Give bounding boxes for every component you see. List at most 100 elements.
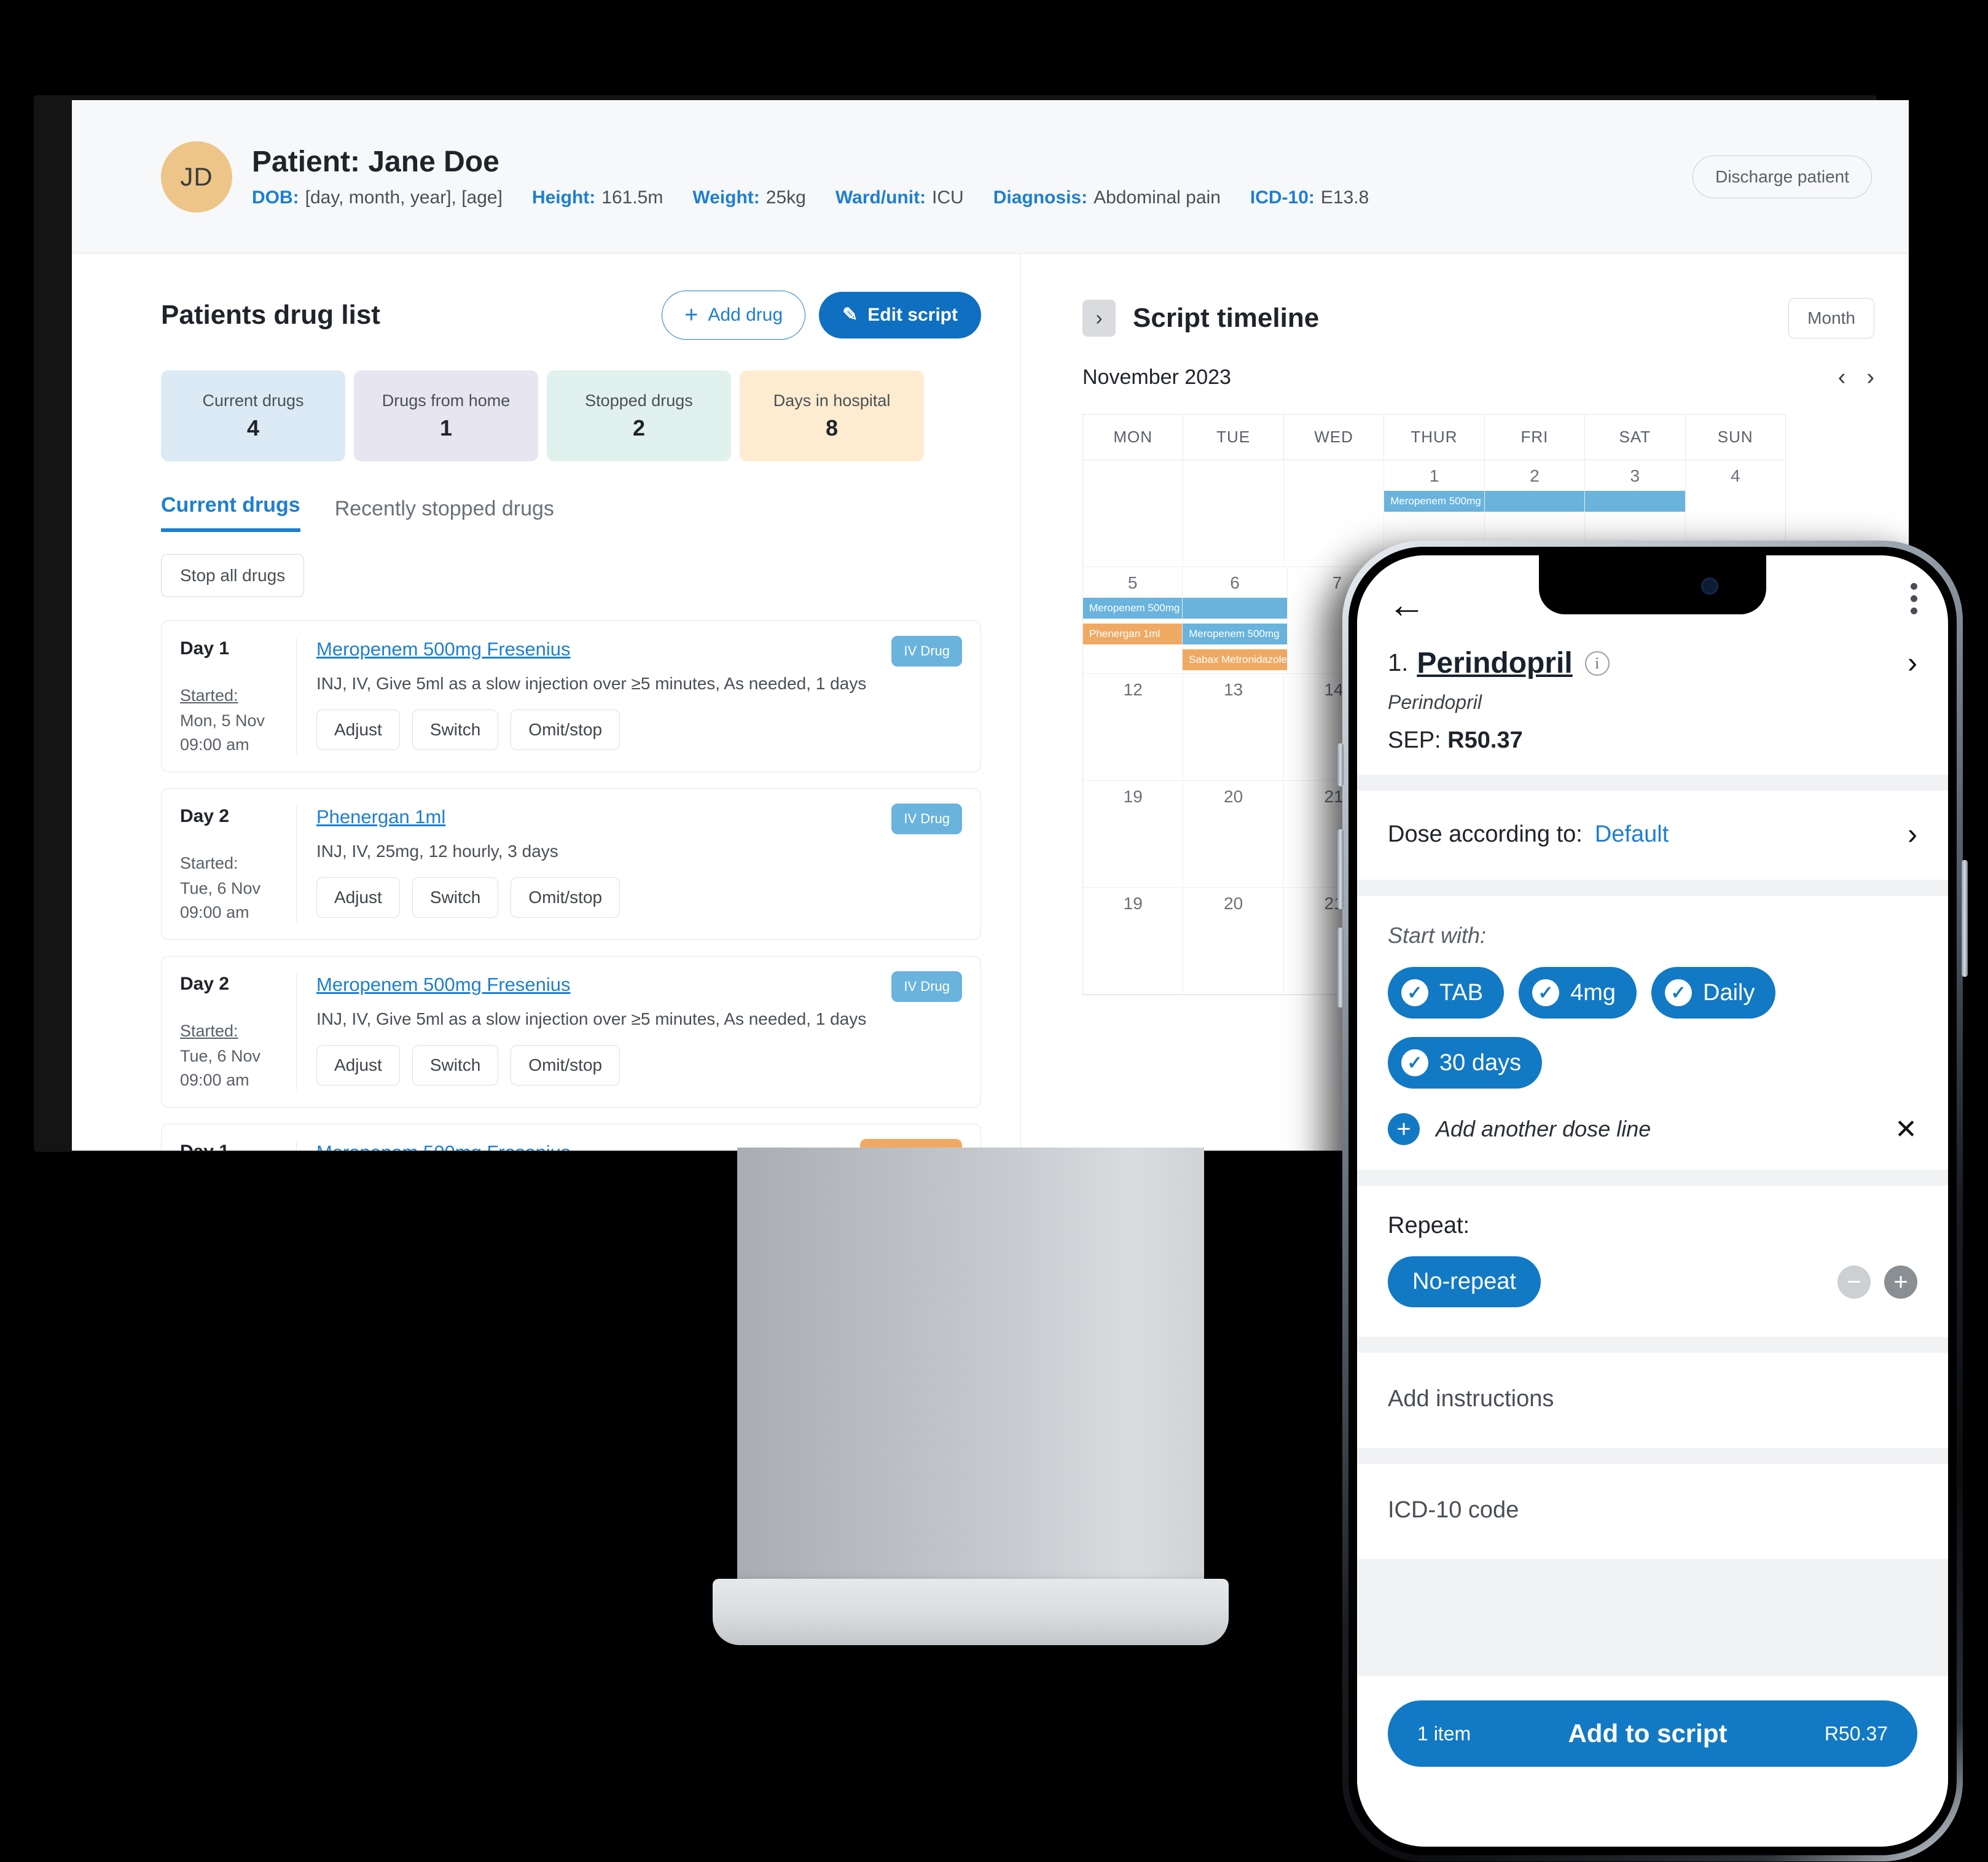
tab-recently-stopped-drugs[interactable]: Recently stopped drugs <box>335 497 554 532</box>
drug-card-meta: Day 1 Started: Mon, 5 Nov 09:00 am <box>180 1141 297 1151</box>
repeat-row: No-repeat − + <box>1388 1256 1917 1307</box>
drug-name-link[interactable]: Meropenem 500mg Fresenius <box>316 638 962 660</box>
stat-card-days-in-hospital[interactable]: Days in hospital 8 <box>740 370 924 461</box>
calendar-event[interactable]: Meropenem 500mg <box>1083 598 1183 619</box>
drug-card[interactable]: Antimicrobial Day 1 Started: Mon, 5 Nov … <box>161 1124 981 1151</box>
view-mode-button[interactable]: Month <box>1788 298 1874 338</box>
drug-index: 1. <box>1388 649 1409 676</box>
cta-price: R50.37 <box>1824 1722 1888 1745</box>
phone-volume-down-button[interactable] <box>1337 928 1344 1007</box>
calendar-event[interactable]: Sabax Metronidazole <box>1183 649 1287 670</box>
stat-card-drugs-from-home[interactable]: Drugs from home 1 <box>354 370 538 461</box>
plus-circle-icon[interactable]: + <box>1388 1113 1420 1145</box>
calendar-event[interactable]: Phenergan 1ml <box>1083 624 1183 644</box>
plus-circle-icon[interactable]: + <box>1884 1265 1917 1299</box>
calendar-day-cell[interactable]: 12 <box>1083 674 1184 781</box>
phone-front-camera <box>1701 577 1718 595</box>
day-number: 4 <box>1730 466 1740 485</box>
weekday-sun: SUN <box>1685 415 1785 460</box>
calendar-day-cell[interactable]: 5 Meropenem 500mg Phenergan 1ml <box>1083 567 1183 674</box>
drug-name-link[interactable]: Perindopril <box>1417 646 1572 680</box>
dose-chip-strength[interactable]: ✓ 4mg <box>1519 967 1637 1019</box>
day-number: 1 <box>1429 466 1439 485</box>
calendar-day-cell[interactable]: 20 <box>1183 781 1284 888</box>
discharge-patient-button[interactable]: Discharge patient <box>1693 155 1872 198</box>
drug-card[interactable]: IV Drug Day 2 Started: Tue, 6 Nov 09:00 … <box>161 788 981 940</box>
dose-according-value[interactable]: Default <box>1595 821 1669 848</box>
dose-chip-frequency[interactable]: ✓ Daily <box>1651 967 1776 1019</box>
switch-button[interactable]: Switch <box>412 710 499 750</box>
omit-stop-button[interactable]: Omit/stop <box>511 710 620 750</box>
drug-day: Day 1 <box>180 638 230 659</box>
phone-device: ← 1. Perindopril i › Perindopril SEP: R5… <box>1337 541 1968 1861</box>
arrow-left-icon[interactable]: ← <box>1388 586 1437 624</box>
calendar-event[interactable] <box>1484 491 1585 512</box>
omit-stop-button[interactable]: Omit/stop <box>511 1045 620 1086</box>
phone-mute-switch[interactable] <box>1337 743 1344 786</box>
check-icon: ✓ <box>1401 979 1428 1006</box>
dose-according-section[interactable]: Dose according to: Default › <box>1357 791 1948 880</box>
calendar-day-cell[interactable]: 6 Meropenem 500mg Sabax Metronidazole <box>1183 567 1288 674</box>
calendar-day-cell[interactable] <box>1283 460 1385 567</box>
switch-button[interactable]: Switch <box>412 877 499 918</box>
minus-circle-icon[interactable]: − <box>1837 1265 1871 1299</box>
close-icon[interactable]: ✕ <box>1895 1114 1917 1145</box>
started-label: Started: <box>180 1022 238 1040</box>
section-divider <box>1357 880 1948 896</box>
start-with-section: Start with: ✓ TAB ✓ 4mg ✓ Daily ✓ 30 day… <box>1357 896 1948 1170</box>
calendar-day-cell[interactable]: 20 <box>1183 888 1284 995</box>
adjust-button[interactable]: Adjust <box>316 877 400 918</box>
drug-name-link[interactable]: Phenergan 1ml <box>316 806 962 828</box>
stat-value: 1 <box>439 415 453 440</box>
drug-card-body: Meropenem 500mg Fresenius INJ, IV, Give … <box>297 638 962 754</box>
repeat-value-chip[interactable]: No-repeat <box>1388 1256 1541 1307</box>
calendar-day-cell[interactable] <box>1183 460 1284 567</box>
calendar-day-cell[interactable] <box>1083 460 1184 567</box>
calendar-event[interactable]: Meropenem 500mg <box>1384 491 1484 512</box>
adjust-button[interactable]: Adjust <box>316 710 400 750</box>
dose-chip-form[interactable]: ✓ TAB <box>1388 967 1505 1019</box>
info-icon[interactable]: i <box>1584 651 1610 676</box>
dose-chip-duration[interactable]: ✓ 30 days <box>1388 1037 1543 1089</box>
tab-current-drugs[interactable]: Current drugs <box>161 493 300 532</box>
switch-button[interactable]: Switch <box>412 1045 499 1086</box>
chevron-right-icon[interactable]: › <box>1908 818 1917 851</box>
adjust-button[interactable]: Adjust <box>316 1045 400 1086</box>
chevron-right-icon[interactable]: › <box>1908 646 1917 680</box>
icd10-section[interactable]: ICD-10 code <box>1357 1464 1948 1559</box>
phone-power-button[interactable] <box>1962 860 1968 977</box>
chevron-right-icon[interactable]: › <box>1082 300 1116 337</box>
calendar-day-cell[interactable]: 19 <box>1083 888 1184 995</box>
chevron-left-icon[interactable]: ‹ <box>1838 364 1846 391</box>
drug-card[interactable]: IV Drug Day 2 Started: Tue, 6 Nov 09:00 … <box>161 956 981 1108</box>
drug-day: Day 2 <box>180 806 230 826</box>
kebab-menu-icon[interactable] <box>1911 583 1917 624</box>
phone-volume-up-button[interactable] <box>1337 829 1344 909</box>
drug-day: Day 2 <box>180 974 230 994</box>
calendar-day-cell[interactable]: 19 <box>1083 781 1184 888</box>
section-divider <box>1357 1170 1948 1186</box>
drug-name-link[interactable]: Meropenem 500mg Fresenius <box>316 974 962 996</box>
calendar-event[interactable]: Meropenem 500mg <box>1183 624 1287 644</box>
add-dose-line-label[interactable]: Add another dose line <box>1436 1116 1651 1142</box>
drug-list-title: Patients drug list <box>161 300 380 330</box>
drug-card[interactable]: IV Drug Day 1 Started: Mon, 5 Nov 09:00 … <box>161 620 981 772</box>
calendar-event[interactable] <box>1183 598 1287 619</box>
omit-stop-button[interactable]: Omit/stop <box>511 877 620 918</box>
meta-dob-label: DOB: <box>252 187 299 208</box>
add-instructions-section[interactable]: Add instructions <box>1357 1353 1948 1448</box>
stat-card-stopped-drugs[interactable]: Stopped drugs 2 <box>547 370 731 461</box>
stat-card-current-drugs[interactable]: Current drugs 4 <box>161 370 345 461</box>
meta-ward-label: Ward/unit: <box>835 187 926 208</box>
edit-script-button[interactable]: ✎ Edit script <box>819 292 981 338</box>
add-drug-label: Add drug <box>708 305 783 325</box>
meta-dob: DOB: [day, month, year], [age] <box>252 187 503 208</box>
calendar-event[interactable] <box>1585 491 1685 512</box>
add-to-script-button[interactable]: 1 item Add to script R50.37 <box>1388 1700 1917 1767</box>
calendar-day-cell[interactable]: 13 <box>1183 674 1284 781</box>
kebab-dot <box>1911 608 1917 614</box>
add-drug-button[interactable]: + Add drug <box>662 291 806 340</box>
chevron-right-icon[interactable]: › <box>1866 364 1874 391</box>
stop-all-drugs-button[interactable]: Stop all drugs <box>161 554 305 597</box>
screenshot-stage: JD Patient: Jane Doe DOB: [day, month, ye… <box>0 0 1988 1862</box>
